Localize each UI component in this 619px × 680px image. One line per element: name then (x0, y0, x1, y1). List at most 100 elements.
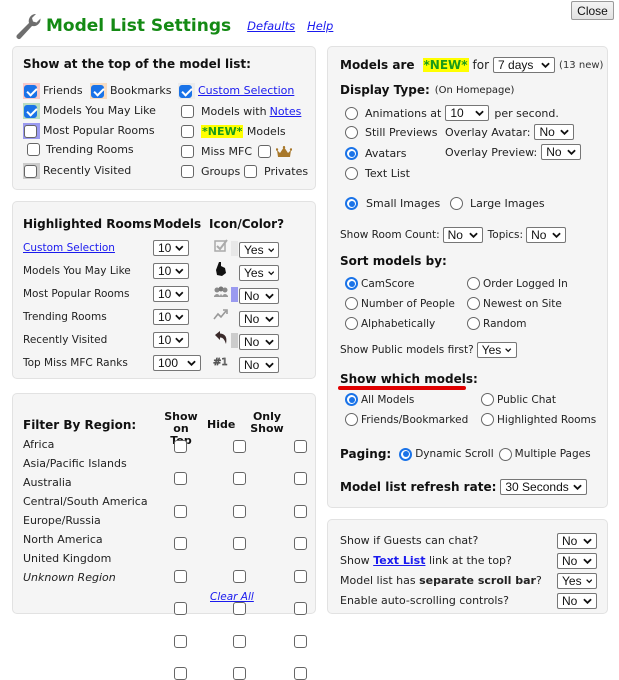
region-hide-checkbox[interactable] (232, 569, 246, 583)
animations-radio[interactable] (345, 106, 358, 120)
highlighted-models-select[interactable]: 10 (153, 240, 189, 256)
region-only-show-checkbox[interactable] (294, 667, 307, 680)
option-new-models[interactable]: *NEW* Models (181, 125, 286, 138)
highlighted-models-select[interactable]: 10 (153, 332, 189, 348)
models-you-may-like-checkbox[interactable] (24, 104, 37, 118)
region-hide-checkbox[interactable] (232, 602, 246, 615)
room-count-select[interactable]: No (442, 227, 483, 243)
large-images-radio[interactable] (450, 197, 463, 210)
highlighted-icon-color-select[interactable]: No (239, 288, 279, 304)
public-first-select[interactable]: Yes (476, 342, 517, 358)
sort-option[interactable]: Order Logged In (467, 277, 568, 290)
region-only-show-checkbox[interactable] (294, 504, 307, 518)
option-models-with-notes[interactable]: Models with Notes (181, 105, 301, 118)
option-custom-selection[interactable]: Custom Selection (178, 83, 294, 99)
highlighted-icon-color-select[interactable]: Yes (239, 265, 279, 281)
region-hide-checkbox[interactable] (232, 472, 246, 485)
display-animations-option[interactable]: Animations at 10 per second. (345, 105, 559, 121)
text-list-radio[interactable] (345, 167, 358, 180)
display-text-list-option[interactable]: Text List (345, 167, 410, 180)
clear-all-link[interactable]: Clear All (210, 591, 254, 603)
small-images-radio[interactable] (345, 197, 358, 210)
option-friends[interactable]: Friends (23, 83, 83, 99)
which-models-option[interactable]: All Models (345, 393, 414, 406)
overlay-avatar-select[interactable]: No (534, 124, 575, 140)
sort-radio[interactable] (467, 297, 480, 310)
paging-radio-multiple-pages[interactable] (498, 447, 512, 461)
option-trending-rooms[interactable]: Trending Rooms (27, 143, 134, 156)
sort-radio[interactable] (467, 317, 480, 330)
highlighted-models-select[interactable]: 10 (153, 286, 189, 302)
region-hide-checkbox[interactable] (232, 439, 246, 453)
option-most-popular-rooms[interactable]: Most Popular Rooms (23, 123, 155, 139)
new-days-select[interactable]: 7 days (493, 57, 556, 73)
defaults-link[interactable]: Defaults (247, 19, 295, 33)
friends-checkbox[interactable] (24, 84, 37, 98)
region-show-on-top-checkbox[interactable] (174, 634, 187, 648)
privates-checkbox[interactable] (244, 165, 257, 178)
highlighted-models-select[interactable]: 10 (153, 263, 189, 279)
models-with-notes-checkbox[interactable] (181, 105, 194, 118)
highlighted-icon-color-select[interactable]: No (239, 357, 279, 373)
animation-rate-select[interactable]: 10 (445, 105, 490, 121)
text-list-link[interactable]: Text List (373, 554, 425, 567)
region-show-on-top-checkbox[interactable] (174, 439, 187, 453)
which-models-radio[interactable] (481, 393, 494, 406)
bookmarks-checkbox[interactable] (91, 84, 104, 98)
notes-link[interactable]: Notes (270, 105, 302, 118)
custom-selection-link[interactable]: Custom Selection (198, 84, 294, 97)
auto-scroll-select[interactable]: No (557, 593, 597, 609)
sort-option[interactable]: Random (467, 317, 526, 330)
region-show-on-top-checkbox[interactable] (174, 569, 187, 583)
highlighted-icon-color-select[interactable]: Yes (239, 242, 279, 258)
avatars-radio[interactable] (345, 147, 358, 160)
region-hide-checkbox[interactable] (232, 634, 246, 648)
display-still-previews-option[interactable]: Still Previews (345, 126, 438, 139)
highlighted-row-label[interactable]: Custom Selection (23, 242, 115, 254)
trending-rooms-checkbox[interactable] (27, 143, 40, 156)
sort-radio[interactable] (345, 317, 358, 330)
close-button[interactable]: Close (571, 1, 614, 20)
new-models-checkbox[interactable] (181, 125, 194, 138)
region-only-show-checkbox[interactable] (294, 472, 307, 485)
most-popular-rooms-checkbox[interactable] (24, 124, 37, 138)
highlighted-models-select[interactable]: 10 (153, 309, 189, 325)
text-list-link-select[interactable]: No (557, 553, 597, 569)
recently-visited-checkbox[interactable] (24, 164, 37, 178)
which-models-option[interactable]: Highlighted Rooms (481, 413, 596, 426)
sort-option[interactable]: CamScore (345, 277, 414, 290)
sort-radio[interactable] (467, 277, 480, 290)
region-only-show-checkbox[interactable] (294, 602, 307, 615)
miss-mfc-crown-checkbox[interactable] (258, 145, 272, 158)
region-only-show-checkbox[interactable] (294, 537, 307, 550)
which-models-radio[interactable] (481, 413, 494, 426)
small-images-option[interactable]: Small Images (345, 197, 440, 210)
paging-radio-dynamic-scroll[interactable] (399, 447, 413, 461)
region-hide-checkbox[interactable] (232, 667, 246, 680)
option-recently-visited[interactable]: Recently Visited (23, 163, 131, 179)
custom-selection-checkbox[interactable] (179, 84, 192, 98)
option-privates[interactable]: Privates (244, 165, 308, 178)
region-show-on-top-checkbox[interactable] (174, 472, 187, 485)
highlighted-icon-color-select[interactable]: No (239, 311, 279, 327)
large-images-option[interactable]: Large Images (450, 197, 545, 210)
option-groups[interactable]: Groups (181, 165, 240, 178)
still-previews-radio[interactable] (345, 126, 358, 139)
which-models-option[interactable]: Public Chat (481, 393, 556, 406)
region-only-show-checkbox[interactable] (294, 569, 307, 583)
region-only-show-checkbox[interactable] (294, 439, 307, 453)
which-models-radio[interactable] (345, 393, 358, 406)
highlighted-models-select[interactable]: 100 (153, 355, 201, 371)
region-hide-checkbox[interactable] (232, 537, 246, 550)
region-show-on-top-checkbox[interactable] (174, 602, 187, 615)
region-only-show-checkbox[interactable] (294, 634, 307, 648)
region-show-on-top-checkbox[interactable] (174, 537, 187, 550)
sort-radio[interactable] (345, 277, 358, 290)
which-models-option[interactable]: Friends/Bookmarked (345, 413, 468, 426)
sort-option[interactable]: Number of People (345, 297, 455, 310)
option-bookmarks[interactable]: Bookmarks (90, 83, 171, 99)
sort-radio[interactable] (345, 297, 358, 310)
option-models-you-may-like[interactable]: Models You May Like (23, 103, 156, 119)
sort-option[interactable]: Newest on Site (467, 297, 562, 310)
help-link[interactable]: Help (307, 19, 333, 33)
